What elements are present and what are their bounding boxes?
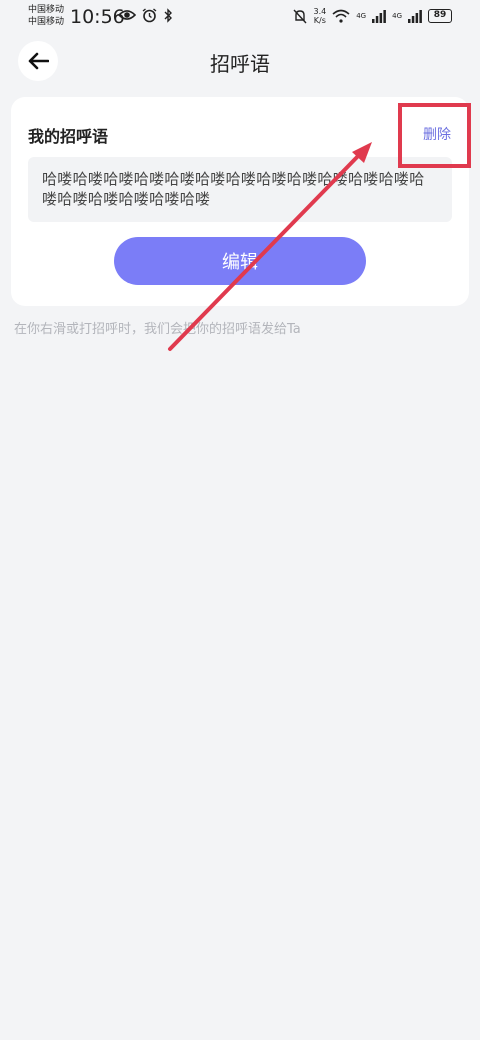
carrier-labels: 中国移动 中国移动 xyxy=(28,4,64,28)
signal-icon-2 xyxy=(408,9,422,23)
status-icons-left xyxy=(118,8,173,23)
hint-text: 在你右滑或打招呼时，我们会把你的招呼语发给Ta xyxy=(14,322,301,337)
edit-button[interactable]: 编辑 xyxy=(114,237,366,285)
mute-bell-icon xyxy=(293,9,307,23)
network-speed: 3.4 K/s xyxy=(313,7,326,25)
status-time: 10:56 xyxy=(70,6,125,28)
eye-icon xyxy=(118,10,136,20)
alarm-icon xyxy=(142,8,157,23)
carrier-1: 中国移动 xyxy=(28,5,65,15)
network-type-2: 4G xyxy=(392,12,402,20)
speed-value: 3.4 xyxy=(313,7,327,16)
bluetooth-icon xyxy=(164,8,172,23)
signal-icon-1 xyxy=(372,9,387,23)
greeting-settings-screen: 中国移动 中国移动 10:56 3.4 K/s 4G 4G 89 招呼语 我的招… xyxy=(0,0,480,1040)
greeting-text: 哈喽哈喽哈喽哈喽哈喽哈喽哈喽哈喽哈喽哈喽哈喽哈喽哈喽哈喽哈喽哈喽哈喽哈喽 xyxy=(28,157,452,222)
network-type-1: 4G xyxy=(356,12,367,20)
status-icons-right: 3.4 K/s 4G 4G 89 xyxy=(293,7,452,25)
card-title: 我的招呼语 xyxy=(28,127,109,146)
battery-icon: 89 xyxy=(428,9,452,23)
status-bar: 中国移动 中国移动 10:56 3.4 K/s 4G 4G 89 xyxy=(0,0,480,34)
wifi-icon xyxy=(332,9,350,23)
page-title: 招呼语 xyxy=(210,52,270,76)
carrier-2: 中国移动 xyxy=(28,17,65,27)
annotation-highlight-box xyxy=(398,103,471,168)
speed-unit: K/s xyxy=(313,16,326,25)
